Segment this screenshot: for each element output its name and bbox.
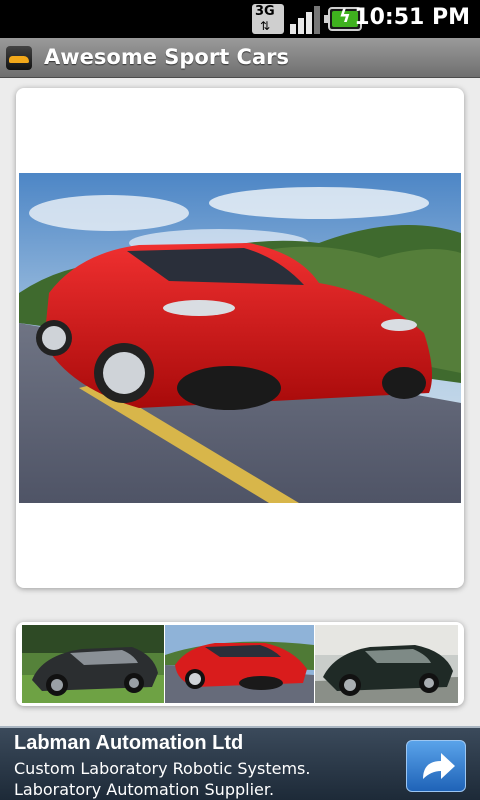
thumbnail-strip <box>16 622 464 706</box>
dark-green-sports-car-photo <box>315 625 458 703</box>
thumbnail-3[interactable] <box>315 625 458 703</box>
red-sports-car-photo <box>165 625 314 703</box>
ad-open-button[interactable] <box>406 740 466 792</box>
status-bar: 3G ⇅ ϟ 10:51 PM <box>0 0 480 38</box>
signal-strength-icon <box>290 4 324 34</box>
thumbnail-1[interactable] <box>22 625 164 703</box>
main-image-card <box>16 88 464 588</box>
ad-headline: Labman Automation Ltd <box>14 732 244 754</box>
network-3g-icon: 3G ⇅ <box>252 4 284 34</box>
main-car-image[interactable] <box>19 173 461 503</box>
app-car-icon <box>6 46 32 70</box>
thumbnail-2[interactable] <box>165 625 314 703</box>
title-bar: Awesome Sport Cars <box>0 38 480 78</box>
red-sports-car-photo <box>19 173 461 503</box>
app-title: Awesome Sport Cars <box>44 45 289 69</box>
ad-banner[interactable]: Labman Automation Ltd Custom Laboratory … <box>0 726 480 800</box>
black-sports-car-photo <box>22 625 164 703</box>
clock: 10:51 PM <box>354 5 470 30</box>
forward-arrow-icon <box>423 753 455 779</box>
ad-body: Custom Laboratory Robotic Systems. Labor… <box>14 759 311 799</box>
